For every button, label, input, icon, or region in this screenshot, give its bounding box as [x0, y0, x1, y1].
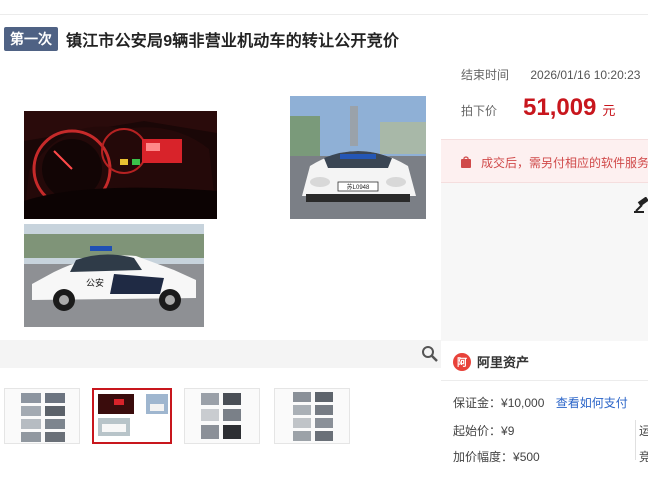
dashboard-photo: [24, 111, 217, 219]
increment-value: ¥500: [513, 450, 540, 464]
info-column-divider: [635, 420, 636, 460]
police-car-front-photo: 苏L0948: [290, 96, 426, 219]
gavel-icon: [634, 196, 648, 213]
license-plate-text: 苏L0948: [347, 183, 370, 191]
thumbnail-3[interactable]: [184, 388, 260, 444]
deposit-value: ¥10,000: [501, 396, 545, 410]
auction-info-panel: 结束时间 2026/01/16 10:20:23 2 拍下价 51,009 元 …: [441, 56, 648, 486]
zoom-bar: [0, 340, 441, 368]
start-price-row: 起始价：¥9: [453, 422, 514, 439]
truncated-label-1: 运: [639, 424, 648, 438]
sold-price-label: 拍下价: [461, 104, 498, 118]
bag-icon: [460, 155, 472, 168]
how-to-pay-link[interactable]: 查看如何支付: [556, 396, 628, 410]
deposit-row: 保证金：¥10,000 查看如何支付: [453, 394, 628, 411]
thumbnail-2-selected[interactable]: [92, 388, 172, 444]
thumbnail-strip: [0, 388, 441, 446]
increment-label: 加价幅度：: [453, 450, 514, 464]
ali-assets-logo-icon: 阿: [453, 352, 471, 371]
platform-name: 阿里资产: [477, 355, 530, 370]
platform-brand: 阿 阿里资产: [453, 352, 529, 371]
service-fee-notice: 成交后，需另付相应的软件服务: [441, 139, 648, 183]
sold-price-value: 51,009: [523, 94, 597, 121]
police-car-side-photo: 公安: [24, 224, 204, 327]
bid-record-area: [441, 183, 648, 341]
magnifier-icon[interactable]: [421, 345, 439, 363]
notice-text: 成交后，需另付相应的软件服务: [481, 156, 648, 170]
deposit-label: 保证金：: [453, 396, 502, 410]
truncated-label-2: 竞: [639, 450, 648, 464]
police-text: 公安: [86, 277, 104, 288]
start-price-value: ¥9: [501, 424, 515, 438]
sold-price-row: 拍下价 51,009 元: [461, 94, 615, 122]
page-title: 镇江市公安局9辆非营业机动车的转让公开竞价: [66, 33, 400, 50]
round-badge: 第一次: [4, 27, 58, 51]
top-divider: [0, 14, 648, 15]
start-price-label: 起始价：: [453, 424, 502, 438]
increment-row: 加价幅度：¥500: [453, 448, 540, 465]
title-row: 第一次 镇江市公安局9辆非营业机动车的转让公开竞价: [4, 27, 399, 51]
end-time-row: 结束时间 2026/01/16 10:20:23 2: [461, 66, 648, 83]
thumbnail-4[interactable]: [274, 388, 350, 444]
end-time-label: 结束时间: [461, 68, 510, 82]
thumbnail-1[interactable]: [4, 388, 80, 444]
sold-price-unit: 元: [602, 103, 616, 118]
end-time-value: 2026/01/16 10:20:23: [530, 68, 641, 82]
panel-divider: [441, 380, 648, 381]
